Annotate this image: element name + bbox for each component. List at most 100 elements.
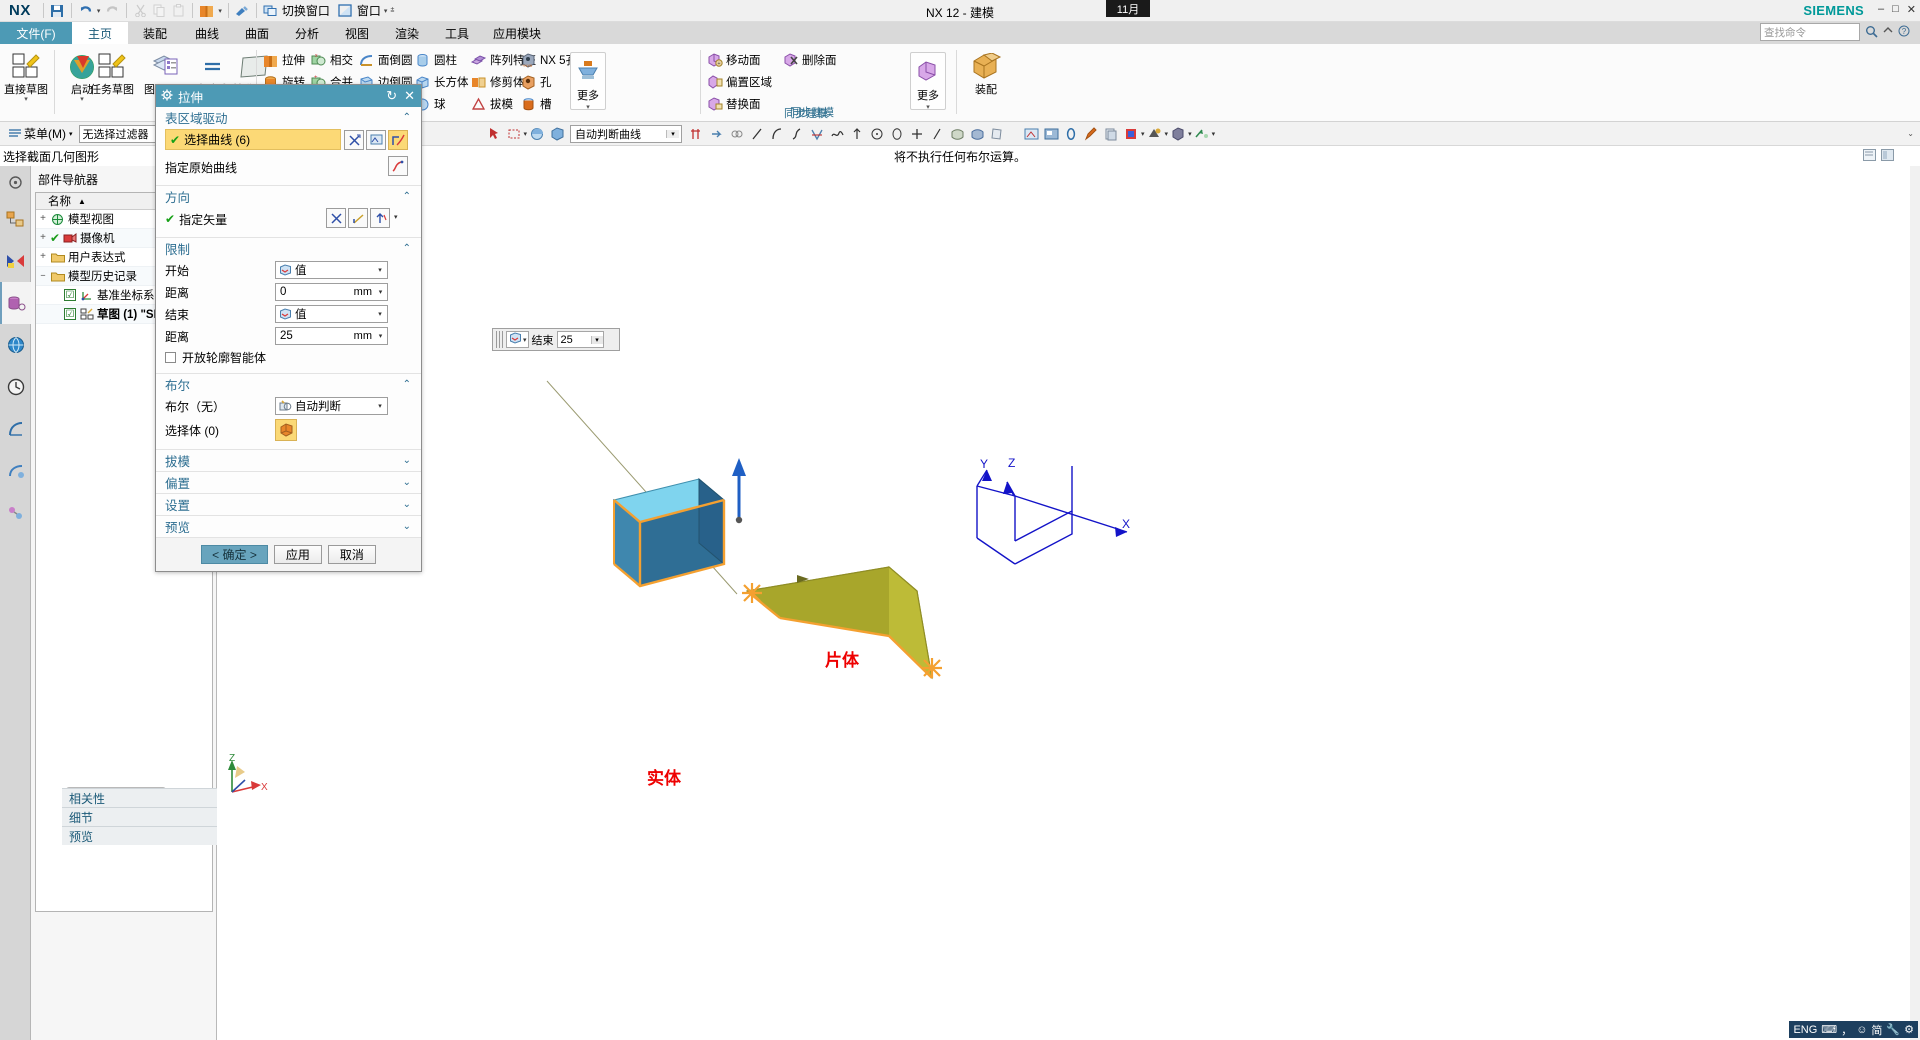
section-header-settings[interactable]: 设置 ⌄ (156, 494, 421, 515)
vector-constructor-button[interactable] (326, 208, 346, 228)
sketch-section-button[interactable] (366, 130, 386, 150)
button-more-sync[interactable]: 更多 ▾ (910, 52, 946, 111)
chevron-down-icon[interactable]: ▾ (373, 310, 387, 318)
chevron-up-icon[interactable]: ⌃ (403, 243, 411, 254)
direction-caret[interactable]: ▾ (394, 213, 398, 221)
dialog-titlebar[interactable]: 拉伸 ↻ ✕ (156, 85, 421, 107)
intersection-point-icon[interactable] (727, 124, 747, 144)
ok-button[interactable]: < 确定 > (201, 545, 268, 564)
vertical-icon[interactable] (847, 124, 867, 144)
body-select-icon[interactable] (547, 124, 567, 144)
face-shade-icon[interactable] (967, 124, 987, 144)
dropdown-caret[interactable]: ▾ (56, 96, 108, 104)
expander[interactable]: + (36, 233, 50, 244)
chevron-up-icon[interactable]: ⌃ (403, 191, 411, 202)
help-icon[interactable]: ? (1898, 25, 1910, 40)
chevron-down-icon[interactable]: ▾ (374, 332, 387, 340)
tab-home[interactable]: 主页 (72, 22, 128, 44)
reuse-library-icon[interactable] (0, 240, 31, 282)
chevron-down-icon[interactable]: ▾ (590, 335, 603, 344)
dropdown-caret[interactable]: ▾ (0, 96, 52, 104)
chevron-up-icon[interactable]: ⌃ (403, 112, 411, 123)
layer-icon[interactable] (1101, 124, 1121, 144)
view-icon[interactable] (1021, 124, 1041, 144)
select-object-icon[interactable] (484, 124, 504, 144)
reset-icon[interactable]: ↻ (386, 88, 397, 104)
viewport-scrollbar[interactable] (1910, 166, 1920, 1040)
vector-icon[interactable] (1192, 124, 1212, 144)
web-browser-icon[interactable] (0, 324, 31, 366)
chevron-down-icon[interactable]: ▾ (374, 288, 387, 296)
visibility-checkbox[interactable]: ☑ (64, 289, 76, 301)
search-icon[interactable] (1865, 25, 1878, 41)
button-more-feature[interactable]: 更多 ▾ (570, 52, 606, 111)
part-icon[interactable] (1168, 124, 1188, 144)
menu-label[interactable]: 菜单(M) (24, 125, 66, 142)
origin-curve-button[interactable] (388, 156, 408, 176)
chevron-down-icon[interactable]: ▾ (373, 266, 387, 274)
osin-mode-button[interactable]: ▾ (506, 331, 529, 348)
extrude-dialog[interactable]: 拉伸 ↻ ✕ 表区域驱动 ⌃ ✔ 选择曲线 (6) 指定原始曲线 方向 ⌃ ✔ … (155, 84, 422, 572)
menu-button[interactable]: 菜单(M) ▾ (0, 125, 73, 142)
rectangle-select-icon[interactable] (504, 124, 524, 144)
expander[interactable]: + (36, 252, 50, 263)
tab-tools[interactable]: 工具 (432, 22, 482, 44)
search-input[interactable]: 查找命令 (1760, 23, 1860, 41)
circle-center-icon[interactable] (867, 124, 887, 144)
hd3d-tools-icon[interactable] (0, 282, 31, 324)
chinese-icon[interactable]: 简 (1871, 1022, 1882, 1038)
section-header-section[interactable]: 表区域驱动 ⌃ (156, 107, 421, 128)
limit-start-distance-input[interactable]: 0 mm ▾ (275, 283, 388, 301)
section-header-direction[interactable]: 方向 ⌃ (156, 186, 421, 207)
button-cylinder[interactable]: 圆柱 (414, 50, 457, 70)
chevron-down-icon[interactable]: ▾ (373, 402, 387, 410)
menu-caret[interactable]: ▾ (69, 130, 73, 138)
open-profile-checkbox[interactable] (165, 351, 176, 363)
tab-file[interactable]: 文件(F) (0, 22, 72, 44)
face-select-icon[interactable] (527, 124, 547, 144)
on-screen-input[interactable]: ▾ 结束 25 ▾ (492, 328, 620, 351)
curve-rule-button[interactable] (344, 130, 364, 150)
render-style-icon[interactable] (1121, 124, 1141, 144)
tab-surface[interactable]: 曲面 (232, 22, 282, 44)
process-studio-icon[interactable] (0, 408, 31, 450)
section-header-limits[interactable]: 限制 ⌃ (156, 238, 421, 259)
minimize-button[interactable]: – (1878, 3, 1884, 16)
zero-icon[interactable] (1061, 124, 1081, 144)
button-block[interactable]: 长方体 (414, 72, 469, 92)
check-icon[interactable]: ✔ (50, 231, 60, 245)
tab-analysis[interactable]: 分析 (282, 22, 332, 44)
tab-view[interactable]: 视图 (332, 22, 382, 44)
face-icon[interactable] (947, 124, 967, 144)
slash-icon[interactable] (927, 124, 947, 144)
arc-icon[interactable] (767, 124, 787, 144)
tab-curve[interactable]: 曲线 (182, 22, 232, 44)
dropdown-caret[interactable]: ▾ (571, 103, 605, 111)
info-panel-icon[interactable] (1881, 149, 1894, 164)
button-extrude[interactable]: 拉伸 (262, 50, 305, 70)
dropdown-caret[interactable]: ▾ (911, 103, 945, 111)
button-trim-body[interactable]: 修剪体 (470, 72, 525, 92)
keyboard-icon[interactable]: ⌨ (1821, 1023, 1837, 1036)
osin-value-input[interactable]: 25 ▾ (556, 331, 604, 348)
chevron-down-icon[interactable]: ⌄ (403, 521, 411, 532)
history-icon[interactable] (0, 366, 31, 408)
button-nx5-hole[interactable]: +NX5 NX 5孔 (520, 50, 577, 70)
tab-render[interactable]: 渲染 (382, 22, 432, 44)
graphics-viewport[interactable]: Y Z X Z X 片体 实体 (217, 166, 1920, 1040)
button-hole[interactable]: 孔 (520, 72, 552, 92)
section-header-boolean[interactable]: 布尔 ⌃ (156, 374, 421, 395)
sort-arrow-icon[interactable]: ▲ (78, 197, 86, 206)
minimize-ribbon-icon[interactable] (1882, 25, 1894, 40)
osin-mode-caret[interactable]: ▾ (523, 336, 527, 344)
boolean-dropdown[interactable]: 自动判断 ▾ (275, 397, 388, 415)
tangent-icon[interactable] (807, 124, 827, 144)
curve-icon[interactable] (827, 124, 847, 144)
draw-section-button[interactable] (388, 130, 408, 150)
close-button[interactable]: ✕ (1907, 3, 1916, 16)
plus-point-icon[interactable] (907, 124, 927, 144)
toolbar-overflow-caret[interactable]: ⌄ (1907, 129, 1920, 138)
vector-caret[interactable]: ▾ (1212, 130, 1216, 138)
open-profile-checkbox-row[interactable]: 开放轮廓智能体 (156, 347, 421, 367)
roles-icon[interactable] (0, 450, 31, 492)
